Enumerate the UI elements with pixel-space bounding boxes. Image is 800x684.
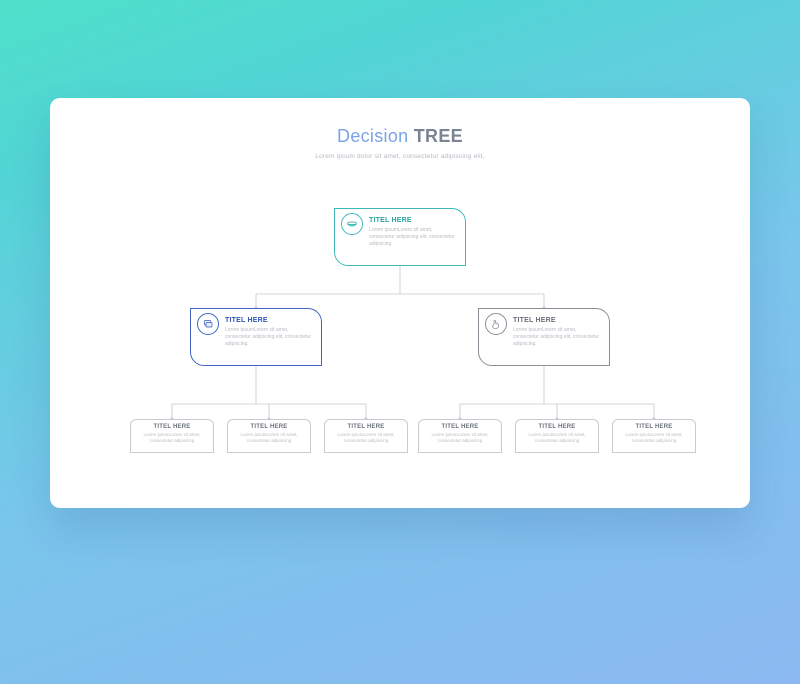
tree-child-node-2: TITEL HERE Lorem ipsumLorem sit amet, co…: [478, 308, 610, 366]
node-title: TITEL HERE: [232, 424, 306, 430]
node-body: Lorem ipsumLorem sit amet, consectetur a…: [232, 432, 306, 444]
node-body: Lorem ipsumLorem sit amet, consectetur a…: [225, 327, 311, 347]
node-title: TITEL HERE: [225, 317, 311, 324]
node-body: Lorem ipsumLorem sit amet, consectetur a…: [513, 327, 599, 347]
node-title: TITEL HERE: [617, 424, 691, 430]
tree-leaf-node: TITEL HERE Lorem ipsumLorem sit amet, co…: [130, 419, 214, 453]
node-title: TITEL HERE: [520, 424, 594, 430]
node-body: Lorem ipsumLorem sit amet, consectetur a…: [135, 432, 209, 444]
title-part-1: Decision: [337, 126, 414, 146]
node-title: TITEL HERE: [369, 217, 455, 224]
bowl-icon: [341, 213, 363, 235]
node-body: Lorem ipsumLorem sit amet, consectetur a…: [369, 227, 455, 247]
node-body: Lorem ipsumLorem sit amet, consectetur a…: [423, 432, 497, 444]
page-subtitle: Lorem ipsum dolor sit amet, consectetur …: [50, 153, 750, 160]
tree-leaf-node: TITEL HERE Lorem ipsumLorem sit amet, co…: [418, 419, 502, 453]
node-title: TITEL HERE: [513, 317, 599, 324]
tree-child-node-1: TITEL HERE Lorem ipsumLorem sit amet, co…: [190, 308, 322, 366]
hand-icon: [485, 313, 507, 335]
tree-leaf-node: TITEL HERE Lorem ipsumLorem sit amet, co…: [227, 419, 311, 453]
slide-card: Decision TREE Lorem ipsum dolor sit amet…: [50, 98, 750, 508]
tree-root-node: TITEL HERE Lorem ipsumLorem sit amet, co…: [334, 208, 466, 266]
tree-leaf-node: TITEL HERE Lorem ipsumLorem sit amet, co…: [515, 419, 599, 453]
node-body: Lorem ipsumLorem sit amet, consectetur a…: [520, 432, 594, 444]
node-title: TITEL HERE: [423, 424, 497, 430]
page-title: Decision TREE: [50, 126, 750, 147]
node-title: TITEL HERE: [329, 424, 403, 430]
node-body: Lorem ipsumLorem sit amet, consectetur a…: [329, 432, 403, 444]
node-title: TITEL HERE: [135, 424, 209, 430]
tree-leaf-node: TITEL HERE Lorem ipsumLorem sit amet, co…: [324, 419, 408, 453]
layers-icon: [197, 313, 219, 335]
header: Decision TREE Lorem ipsum dolor sit amet…: [50, 126, 750, 160]
tree-leaf-node: TITEL HERE Lorem ipsumLorem sit amet, co…: [612, 419, 696, 453]
node-body: Lorem ipsumLorem sit amet, consectetur a…: [617, 432, 691, 444]
title-part-2: TREE: [414, 126, 463, 146]
